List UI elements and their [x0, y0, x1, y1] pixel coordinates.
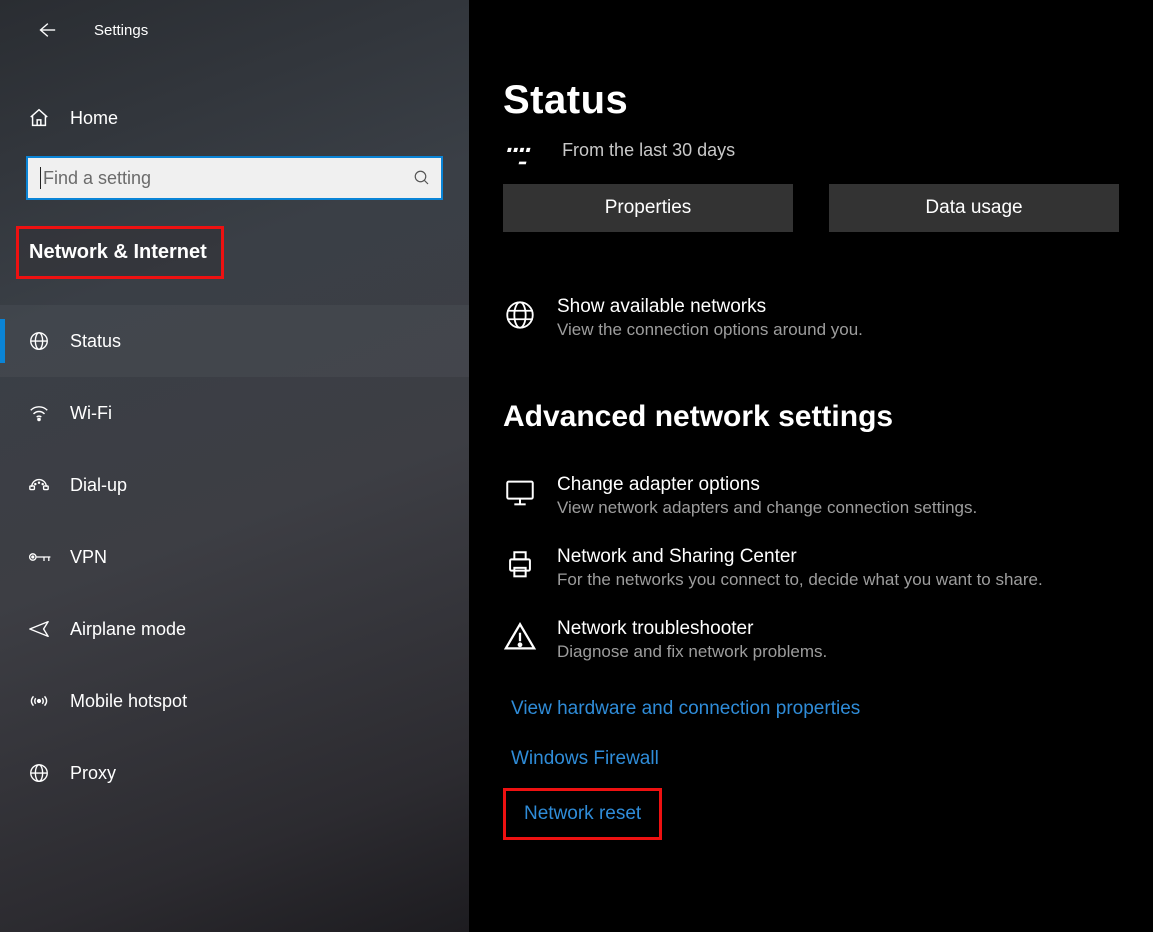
- available-networks-title: Show available networks: [557, 296, 863, 318]
- sidebar-item-label: Dial-up: [70, 475, 127, 496]
- sidebar: Settings Home Find a setting: [0, 0, 469, 932]
- search-icon: [413, 169, 431, 187]
- signal-strength-icon: ⋅⋅⋅⋅̠: [503, 135, 528, 166]
- adapter-options-row[interactable]: Change adapter options View network adap…: [503, 474, 1119, 518]
- properties-button[interactable]: Properties: [503, 184, 793, 232]
- adapter-options-desc: View network adapters and change connect…: [557, 498, 977, 518]
- arrow-left-icon: [35, 19, 57, 41]
- warning-triangle-icon: [503, 618, 557, 662]
- data-usage-button[interactable]: Data usage: [829, 184, 1119, 232]
- sidebar-item-vpn[interactable]: VPN: [0, 521, 469, 593]
- troubleshooter-title: Network troubleshooter: [557, 618, 827, 640]
- sidebar-item-hotspot[interactable]: Mobile hotspot: [0, 665, 469, 737]
- hardware-properties-link[interactable]: View hardware and connection properties: [503, 692, 868, 726]
- available-networks-desc: View the connection options around you.: [557, 320, 863, 340]
- available-networks-row[interactable]: Show available networks View the connect…: [503, 296, 1119, 340]
- vpn-icon: [28, 547, 70, 567]
- sidebar-item-wifi[interactable]: Wi-Fi: [0, 377, 469, 449]
- globe-icon: [503, 296, 557, 340]
- sidebar-item-label: Wi-Fi: [70, 403, 112, 424]
- last-days-label: From the last 30 days: [562, 140, 735, 161]
- sidebar-item-label: VPN: [70, 547, 107, 568]
- troubleshooter-desc: Diagnose and fix network problems.: [557, 642, 827, 662]
- page-title: Status: [503, 78, 1119, 123]
- home-nav[interactable]: Home: [0, 94, 469, 142]
- sidebar-item-status[interactable]: Status: [0, 305, 469, 377]
- search-placeholder: Find a setting: [43, 168, 413, 189]
- windows-firewall-link[interactable]: Windows Firewall: [503, 742, 667, 776]
- back-button[interactable]: [26, 10, 66, 50]
- sidebar-item-label: Status: [70, 331, 121, 352]
- troubleshooter-row[interactable]: Network troubleshooter Diagnose and fix …: [503, 618, 1119, 662]
- printer-share-icon: [503, 546, 557, 590]
- sharing-center-desc: For the networks you connect to, decide …: [557, 570, 1043, 590]
- sidebar-item-dialup[interactable]: Dial-up: [0, 449, 469, 521]
- sidebar-item-airplane[interactable]: Airplane mode: [0, 593, 469, 665]
- properties-button-label: Properties: [605, 197, 692, 219]
- sidebar-item-proxy[interactable]: Proxy: [0, 737, 469, 809]
- adapter-options-title: Change adapter options: [557, 474, 977, 496]
- category-heading-highlight: Network & Internet: [16, 226, 224, 279]
- proxy-globe-icon: [28, 762, 70, 784]
- home-label: Home: [70, 108, 118, 129]
- sharing-center-title: Network and Sharing Center: [557, 546, 1043, 568]
- network-reset-link[interactable]: Network reset: [503, 788, 662, 840]
- monitor-icon: [503, 474, 557, 518]
- hotspot-icon: [28, 690, 70, 712]
- data-usage-button-label: Data usage: [925, 197, 1022, 219]
- sidebar-item-label: Proxy: [70, 763, 116, 784]
- category-heading: Network & Internet: [29, 241, 207, 263]
- search-input[interactable]: Find a setting: [26, 156, 443, 200]
- app-title: Settings: [94, 22, 148, 39]
- advanced-heading: Advanced network settings: [503, 400, 1119, 434]
- wifi-icon: [28, 402, 70, 424]
- main-content: Status ⋅⋅⋅⋅̠ From the last 30 days Prope…: [469, 0, 1153, 932]
- home-icon: [28, 107, 50, 129]
- sidebar-item-label: Airplane mode: [70, 619, 186, 640]
- sidebar-item-label: Mobile hotspot: [70, 691, 187, 712]
- airplane-icon: [28, 618, 70, 640]
- dialup-icon: [28, 474, 70, 496]
- globe-network-icon: [28, 330, 70, 352]
- text-cursor: [40, 167, 41, 189]
- sharing-center-row[interactable]: Network and Sharing Center For the netwo…: [503, 546, 1119, 590]
